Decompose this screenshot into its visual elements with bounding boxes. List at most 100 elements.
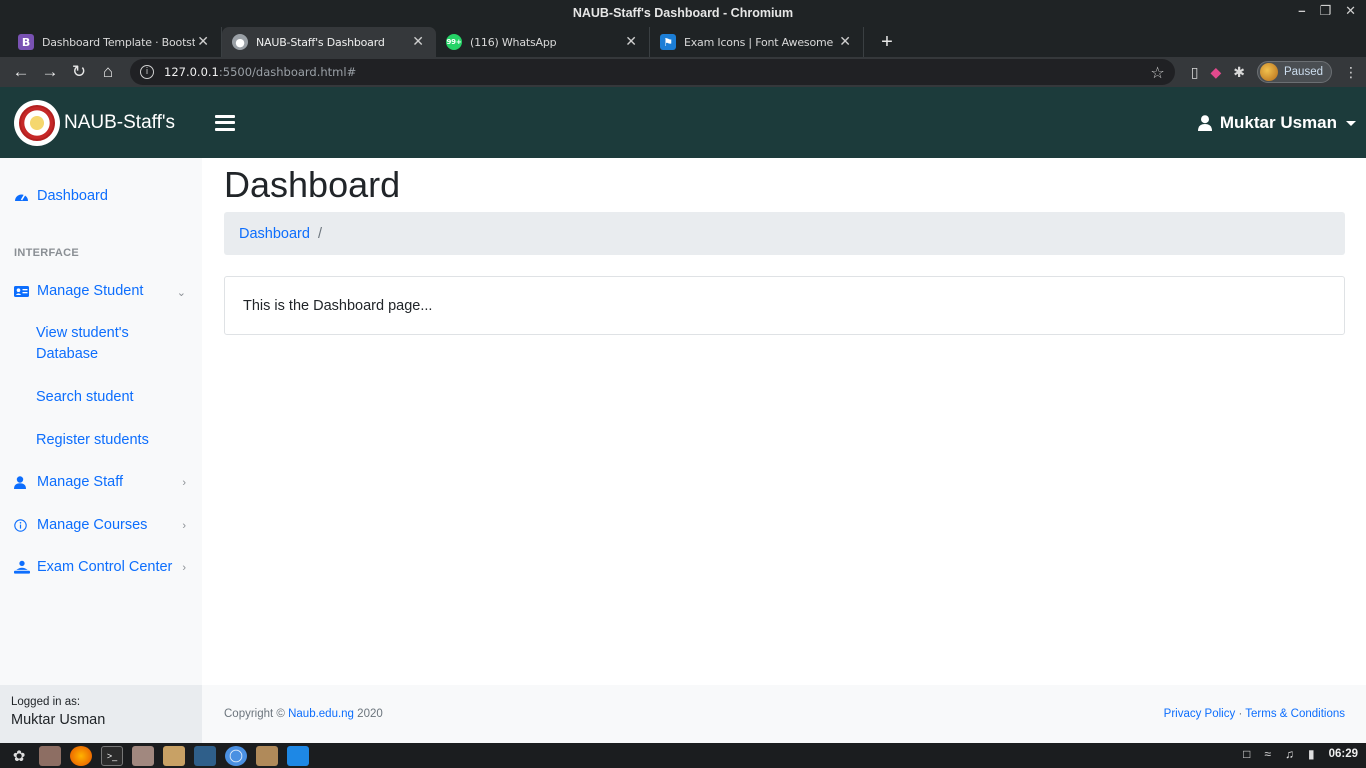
sidebar-item-dashboard[interactable]: Dashboard: [14, 188, 108, 204]
gnome-foot-icon[interactable]: ✿: [8, 746, 30, 766]
tachometer-icon: [14, 190, 30, 202]
page-title: Dashboard: [224, 164, 401, 205]
profile-avatar: [1259, 63, 1278, 81]
sidebar: Dashboard INTERFACE Manage Student ⌄ Vie…: [0, 158, 202, 743]
browser-tab-whatsapp[interactable]: 99+ (116) WhatsApp ✕: [436, 27, 650, 57]
home-icon[interactable]: ⌂: [95, 59, 121, 85]
card-text: This is the Dashboard page...: [243, 297, 433, 314]
info-circle-icon: [14, 518, 30, 532]
os-taskbar: ✿ >_ □ ≈ ♫ ▮ 06:29: [0, 743, 1366, 768]
logged-in-user: Muktar Usman: [11, 712, 106, 728]
chevron-right-icon[interactable]: ›: [182, 477, 186, 489]
browser-tab-dashboard[interactable]: ● NAUB-Staff's Dashboard ✕: [222, 27, 436, 57]
tab-close-icon[interactable]: ✕: [837, 34, 853, 50]
notification-icon[interactable]: □: [1243, 747, 1250, 761]
brand-name[interactable]: NAUB-Staff's: [64, 112, 175, 134]
dashboard-card: This is the Dashboard page...: [224, 276, 1345, 335]
forward-icon[interactable]: →: [37, 59, 63, 85]
extensions-puzzle-icon[interactable]: ✱: [1233, 64, 1245, 81]
address-bar[interactable]: i 127.0.0.1:5500/dashboard.html# ☆: [130, 59, 1175, 85]
close-window-icon[interactable]: ✕: [1345, 3, 1356, 19]
flag-icon: ⚑: [660, 34, 676, 50]
tab-close-icon[interactable]: ✕: [195, 34, 211, 50]
browser-menu-icon[interactable]: ⋮: [1344, 64, 1358, 81]
tab-close-icon[interactable]: ✕: [623, 34, 639, 50]
profile-button[interactable]: Paused: [1256, 61, 1332, 83]
site-info-icon[interactable]: i: [140, 65, 154, 79]
privacy-policy-link[interactable]: Privacy Policy: [1164, 708, 1236, 720]
sidebar-footer: Logged in as: Muktar Usman: [0, 685, 202, 743]
reload-icon[interactable]: ↻: [66, 59, 92, 85]
back-icon[interactable]: ←: [8, 59, 34, 85]
page-footer: Copyright © Naub.edu.ng 2020 Privacy Pol…: [202, 685, 1366, 743]
drive-icon[interactable]: [39, 745, 61, 766]
sidebar-item-manage-student[interactable]: Manage Student: [14, 283, 190, 299]
main-content: Dashboard Dashboard / This is the Dashbo…: [202, 158, 1366, 743]
copyright-prefix: Copyright ©: [224, 708, 285, 720]
window-title: NAUB-Staff's Dashboard - Chromium: [572, 5, 794, 20]
footer-links: Privacy Policy · Terms & Conditions: [1164, 708, 1345, 720]
chevron-down-icon[interactable]: ⌄: [177, 286, 186, 299]
browser-toolbar: ← → ↻ ⌂ i 127.0.0.1:5500/dashboard.html#…: [0, 57, 1366, 87]
sidebar-item-label: Exam Control Center: [37, 559, 173, 575]
package-icon[interactable]: [256, 745, 278, 766]
user-dropdown[interactable]: Muktar Usman: [1197, 113, 1356, 133]
naub-site-link[interactable]: Naub.edu.ng: [288, 708, 354, 720]
bookmark-star-icon[interactable]: ☆: [1150, 63, 1164, 82]
terminal-icon[interactable]: >_: [101, 745, 123, 766]
tab-title: Exam Icons | Font Awesome: [684, 35, 834, 49]
url-path: :5500/dashboard.html#: [218, 65, 357, 79]
mysql-workbench-icon[interactable]: [194, 745, 216, 766]
chevron-right-icon[interactable]: ›: [182, 520, 186, 532]
maximize-icon[interactable]: ❐: [1319, 3, 1331, 19]
device-icon[interactable]: ▯: [1191, 64, 1199, 81]
clock[interactable]: 06:29: [1329, 748, 1358, 760]
sidebar-item-manage-staff[interactable]: Manage Staff: [14, 474, 123, 490]
color-extension-icon[interactable]: ◆: [1210, 64, 1221, 81]
chevron-right-icon[interactable]: ›: [182, 562, 186, 574]
copyright-year: 2020: [357, 708, 383, 720]
sidebar-heading: INTERFACE: [14, 247, 80, 259]
sidebar-item-label: Manage Courses: [37, 517, 148, 533]
tab-title: Dashboard Template · Bootstrap v5.: [42, 35, 195, 49]
id-card-icon: [14, 285, 30, 297]
sidebar-item-label: Manage Student: [37, 283, 144, 299]
sidebar-subitem-register-students[interactable]: Register students: [36, 430, 156, 451]
bootstrap-icon: B: [18, 34, 34, 50]
tab-title: NAUB-Staff's Dashboard: [256, 35, 385, 49]
browser-tab-bootstrap[interactable]: B Dashboard Template · Bootstrap v5. ✕: [8, 27, 222, 57]
window-controls: – ❐ ✕: [1298, 3, 1356, 19]
user-name: Muktar Usman: [1219, 113, 1337, 132]
user-icon: [1197, 115, 1212, 131]
vscode-icon[interactable]: [287, 745, 309, 766]
naub-logo[interactable]: [14, 99, 60, 146]
terms-link[interactable]: Terms & Conditions: [1245, 708, 1345, 720]
sidebar-item-exam-control-center[interactable]: Exam Control Center: [14, 559, 172, 575]
system-tray: □ ≈ ♫ ▮ 06:29: [1243, 747, 1358, 761]
sidebar-subitem-search-student[interactable]: Search student: [36, 387, 156, 408]
minimize-icon[interactable]: –: [1298, 3, 1305, 19]
battery-icon[interactable]: ▮: [1308, 747, 1315, 761]
breadcrumb: Dashboard /: [224, 212, 1345, 255]
firefox-icon[interactable]: [70, 745, 92, 766]
user-icon: [14, 475, 30, 489]
browser-tabstrip: B Dashboard Template · Bootstrap v5. ✕ ●…: [0, 25, 1366, 57]
user-graduate-icon: [14, 560, 30, 574]
wifi-icon[interactable]: ≈: [1264, 747, 1271, 761]
breadcrumb-dashboard-link[interactable]: Dashboard: [239, 226, 310, 242]
whatsapp-icon: 99+: [446, 34, 462, 50]
sidebar-subitem-view-database[interactable]: View student's Database: [36, 323, 156, 365]
chromium-icon[interactable]: [225, 745, 247, 766]
seal-icon: [19, 104, 55, 141]
volume-icon[interactable]: ♫: [1285, 747, 1294, 761]
hamburger-menu-icon[interactable]: [214, 114, 235, 131]
toolbar-icons: ▯ ◆ ✱ Paused ⋮: [1191, 61, 1358, 83]
footer-dot: ·: [1238, 708, 1243, 720]
sidebar-item-manage-courses[interactable]: Manage Courses: [14, 517, 147, 533]
tab-close-icon[interactable]: ✕: [410, 34, 426, 50]
new-tab-button[interactable]: +: [874, 29, 900, 55]
files-icon[interactable]: [132, 745, 154, 766]
browser-tab-fontawesome[interactable]: ⚑ Exam Icons | Font Awesome ✕: [650, 27, 864, 57]
archive-icon[interactable]: [163, 745, 185, 766]
profile-status: Paused: [1283, 66, 1323, 78]
